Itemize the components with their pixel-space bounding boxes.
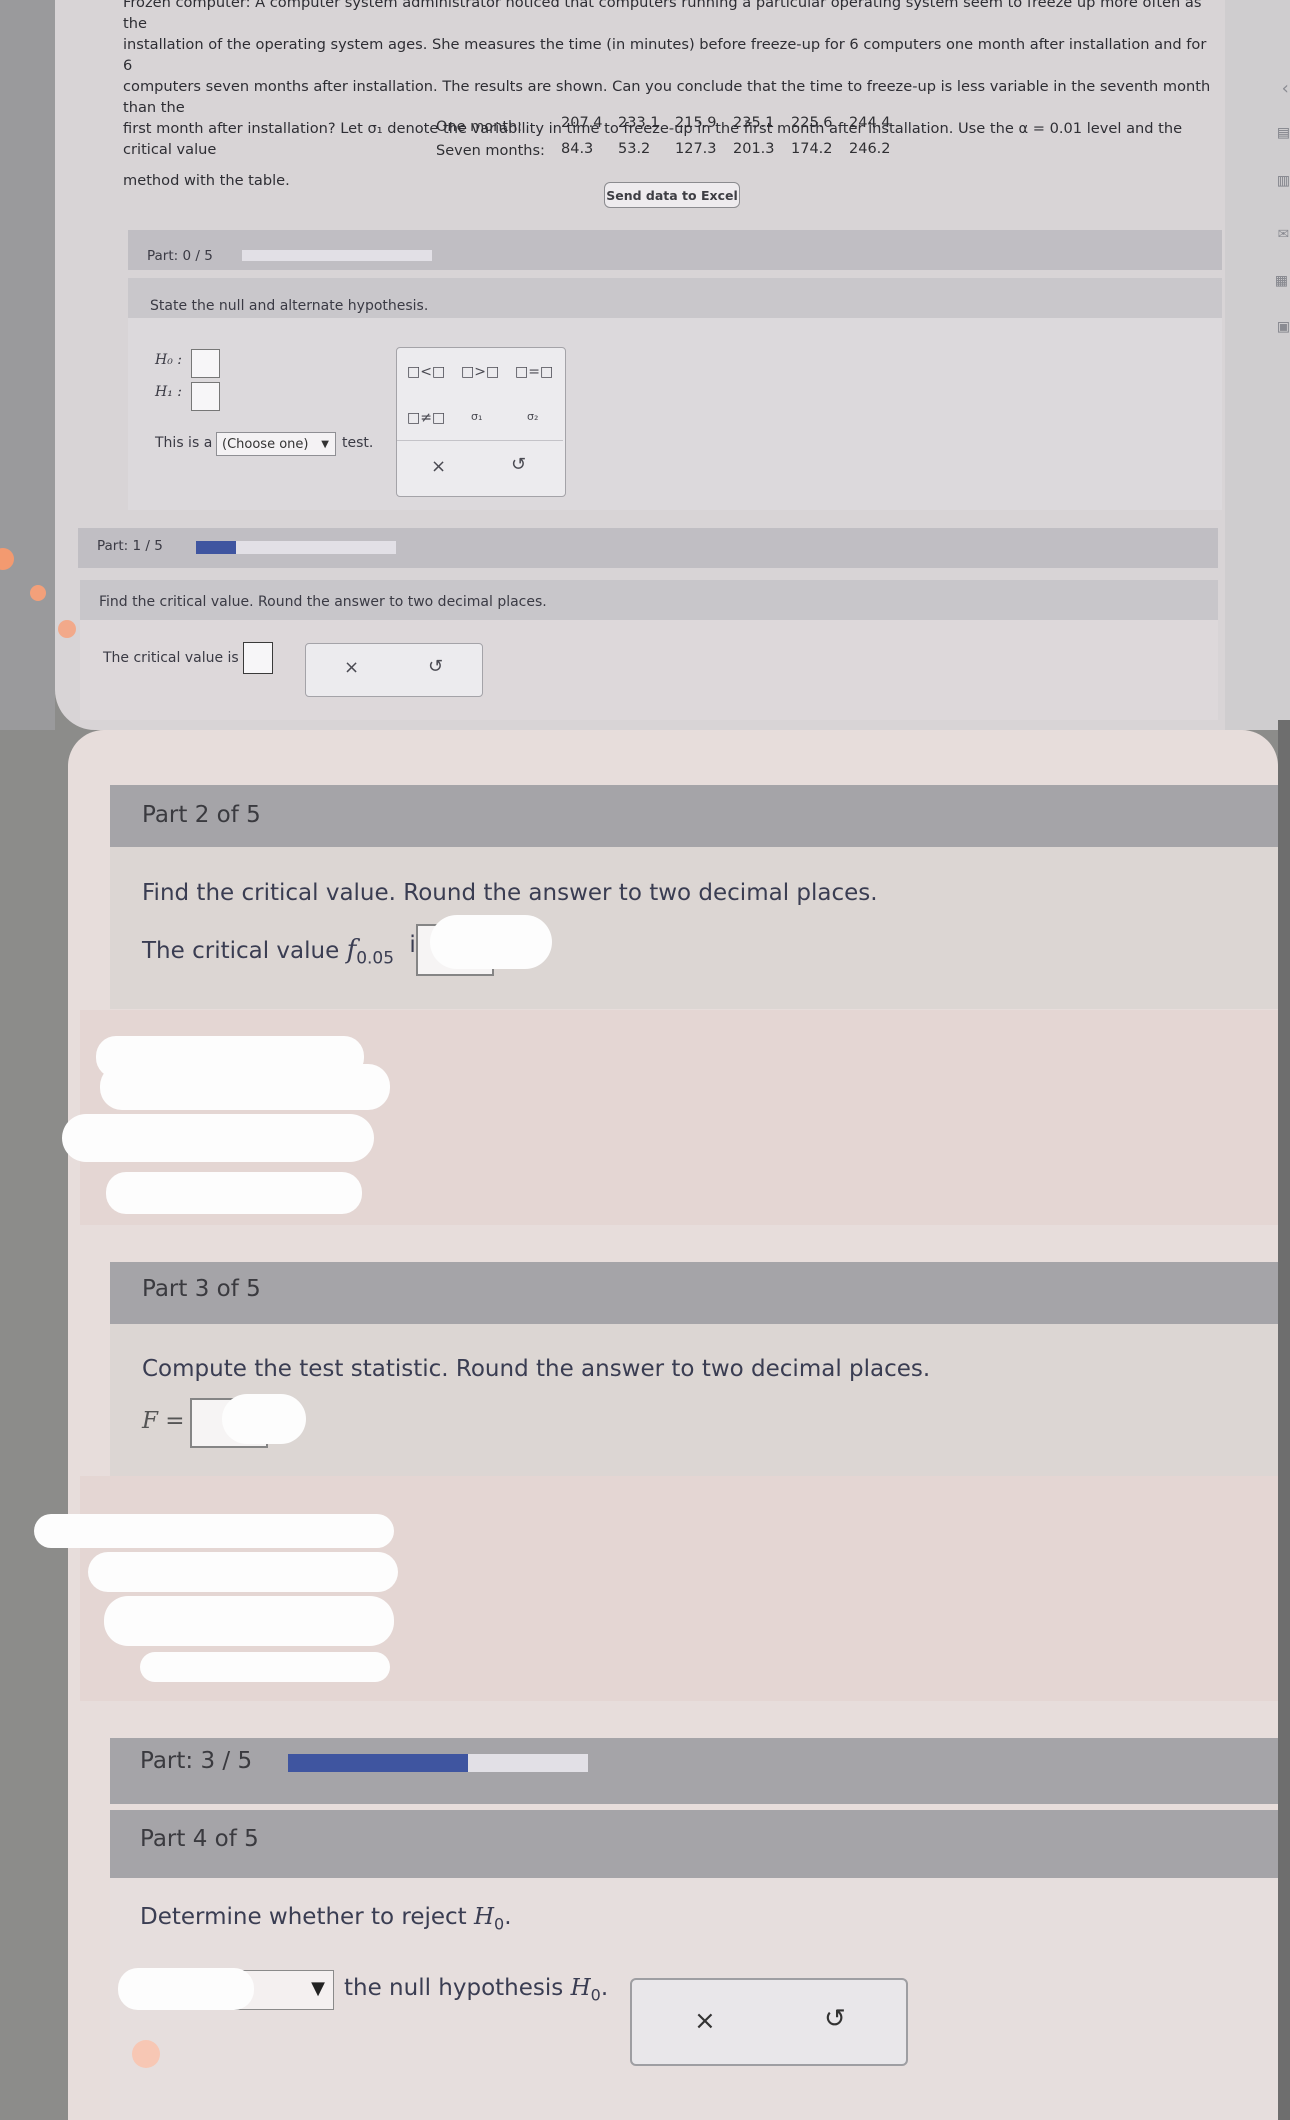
data-table: One month: 207.4 233.1 215.9 235.1 225.6… <box>0 0 1290 170</box>
part-3-prompt: Compute the test statistic. Round the an… <box>142 1356 931 1382</box>
part-2-title: Part 2 of 5 <box>142 802 261 828</box>
row-label: Seven months: <box>436 143 545 159</box>
redaction <box>100 1064 390 1110</box>
critical-value-input[interactable] <box>243 642 273 674</box>
sigma2-button[interactable]: σ₂ <box>527 410 538 423</box>
less-than-button[interactable]: □<□ <box>407 364 445 380</box>
part-2-critical-label: The critical value f0.05 is <box>142 932 428 969</box>
h1-input[interactable] <box>191 382 220 411</box>
data-cell: 207.4 <box>561 115 603 131</box>
data-cell: 53.2 <box>618 141 651 157</box>
data-cell: 244.4 <box>849 115 891 131</box>
data-cell: 225.6 <box>791 115 833 131</box>
symbol-palette-inner: □<□ □>□ □=□ □≠□ σ₁ σ₂ × ↺ <box>397 348 563 494</box>
h0-input[interactable] <box>191 349 220 378</box>
critical-symbol: f <box>346 935 357 965</box>
redaction <box>62 1114 374 1162</box>
data-cell: 215.9 <box>675 115 717 131</box>
part-0-label: Part: 0 / 5 <box>147 248 213 264</box>
lower-right-bezel <box>1278 720 1290 2120</box>
calculator-icon[interactable]: ▣ <box>1278 316 1289 337</box>
f-stat-label: F = <box>142 1408 185 1434</box>
row-label: One month: <box>436 119 523 135</box>
data-cell: 235.1 <box>733 115 775 131</box>
h0-label: H₀ : <box>155 352 182 368</box>
part-4-title: Part 4 of 5 <box>140 1826 259 1852</box>
suffix-period: . <box>600 1975 609 2001</box>
test-type-value: (Choose one) <box>222 436 309 452</box>
data-cell: 201.3 <box>733 141 775 157</box>
critical-tool-palette: × ↺ <box>305 643 483 697</box>
part-2-panel <box>110 847 1278 1009</box>
h0-subscript: 0 <box>590 1985 601 2005</box>
part-1-progress <box>196 541 396 554</box>
hypothesis-prompt: State the null and alternate hypothesis. <box>150 298 429 314</box>
redaction <box>104 1596 394 1646</box>
hypothesis-panel <box>128 318 1222 510</box>
part-progress-bar <box>110 1738 1278 1804</box>
critical-subscript: 0.05 <box>356 948 395 969</box>
book-icon[interactable]: ▥ <box>1278 170 1289 191</box>
part-progress-fill <box>288 1754 468 1772</box>
critical-label: The critical value is <box>103 650 239 666</box>
clear-icon[interactable]: × <box>431 456 446 477</box>
part-1-label: Part: 1 / 5 <box>97 538 163 554</box>
critical-label-text: The critical value <box>142 938 340 964</box>
reject-prompt-text: Determine whether to reject <box>140 1904 467 1930</box>
test-prefix: This is a <box>155 435 213 451</box>
part-1-progress-fill <box>196 541 236 554</box>
part-4-prompt: Determine whether to reject H0. <box>140 1904 512 1934</box>
part-3-header <box>110 1262 1278 1324</box>
part-2-header <box>110 785 1278 847</box>
undo-icon[interactable]: ↺ <box>511 454 526 475</box>
reflection-dot <box>58 620 76 638</box>
send-to-excel-button[interactable]: Send data to Excel <box>604 182 740 208</box>
data-cell: 127.3 <box>675 141 717 157</box>
chart-icon[interactable]: ▦ <box>1276 270 1287 291</box>
redaction <box>88 1552 398 1592</box>
redaction <box>222 1394 306 1444</box>
reflection-dot <box>132 2040 160 2068</box>
chevron-down-icon: ▼ <box>321 438 329 450</box>
part-progress-label: Part: 3 / 5 <box>140 1748 253 1774</box>
undo-icon[interactable]: ↺ <box>428 656 443 677</box>
part-4-header <box>110 1810 1278 1878</box>
part-2-prompt: Find the critical value. Round the answe… <box>142 880 878 906</box>
null-hypothesis-text: the null hypothesis <box>344 1975 564 2001</box>
part-4-tool-palette: × ↺ <box>630 1978 908 2066</box>
prompt-period: . <box>504 1904 512 1930</box>
data-cell: 233.1 <box>618 115 660 131</box>
redaction <box>140 1652 390 1682</box>
h0-symbol: H <box>570 1975 591 2001</box>
redaction <box>34 1514 394 1548</box>
not-equal-button[interactable]: □≠□ <box>407 410 445 426</box>
h0-subscript: 0 <box>494 1914 505 1934</box>
undo-icon[interactable]: ↺ <box>824 2004 846 2034</box>
greater-than-button[interactable]: □>□ <box>461 364 499 380</box>
reject-suffix: the null hypothesis H0. <box>344 1975 608 2005</box>
data-cell: 174.2 <box>791 141 833 157</box>
reflection-dot <box>30 585 46 601</box>
h0-symbol: H <box>473 1904 495 1930</box>
redaction <box>118 1968 254 2010</box>
mail-icon[interactable]: ✉ <box>1278 222 1289 243</box>
palette-divider <box>397 440 563 441</box>
part-3-title: Part 3 of 5 <box>142 1276 261 1302</box>
equals-button[interactable]: □=□ <box>515 364 553 380</box>
chevron-down-icon: ▼ <box>311 1978 325 1999</box>
clear-icon[interactable]: × <box>344 657 359 678</box>
redaction <box>106 1172 362 1214</box>
sigma1-button[interactable]: σ₁ <box>471 410 482 423</box>
data-cell: 246.2 <box>849 141 891 157</box>
h1-label: H₁ : <box>155 384 182 400</box>
data-cell: 84.3 <box>561 141 594 157</box>
part-progress-track <box>288 1754 588 1772</box>
redaction <box>430 915 552 969</box>
critical-prompt: Find the critical value. Round the answe… <box>99 594 547 610</box>
clear-icon[interactable]: × <box>694 2006 716 2036</box>
part-0-progress <box>242 250 432 261</box>
test-type-select[interactable]: (Choose one) ▼ <box>216 432 336 456</box>
test-suffix: test. <box>342 435 374 451</box>
